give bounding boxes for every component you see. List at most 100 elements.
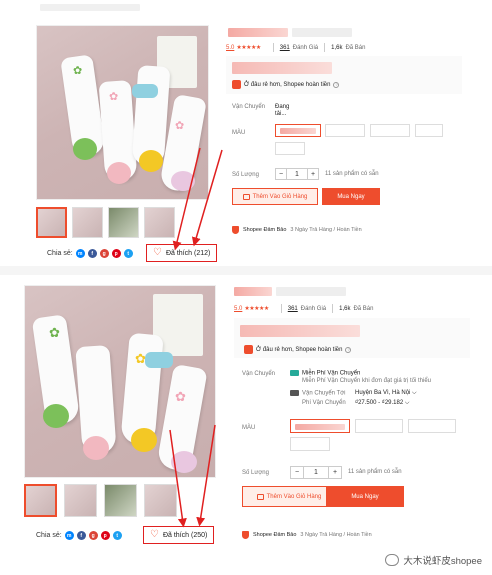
guarantee-label: Shopee Đảm Bảo [253,532,297,538]
variant-option-3[interactable] [370,124,410,137]
thumbnail-3[interactable] [108,207,139,238]
twitter-icon[interactable]: t [112,531,122,540]
quantity-plus-button[interactable]: + [307,168,319,180]
add-to-cart-button[interactable]: Thêm Vào Giỏ Hàng [232,188,318,205]
shopee-guarantee[interactable]: Shopee Đảm Bảo 3 Ngày Trả Hàng / Hoàn Ti… [232,226,362,234]
variant-option-1[interactable] [275,124,321,137]
ship-to-row: Vận Chuyển Tới [290,390,346,397]
thumbnail-3[interactable] [104,484,137,517]
rating-score[interactable]: 5.0 [226,45,234,51]
pinterest-icon[interactable]: p [100,531,110,540]
chevron-down-icon: ⌵ [412,390,417,396]
rating-stars: ★★★★★ [236,45,261,51]
thumbnail-4[interactable] [144,484,177,517]
variant-option-2[interactable] [325,124,365,137]
pinterest-icon[interactable]: p [111,249,121,258]
shipping-label: Vận Chuyển [232,104,266,110]
ship-to-label: Vận Chuyển Tới [302,390,346,397]
rating-score[interactable]: 5.0 [234,306,242,312]
share-label: Chia sẻ: [36,532,62,539]
thumbnail-1[interactable] [36,207,67,238]
buy-now-button[interactable]: Mua Ngay [322,188,380,205]
quantity-label: Số Lượng [232,172,259,178]
variant-option-4[interactable] [415,124,443,137]
product-name-blurred [228,28,288,37]
stock-text: 11 sản phẩm có sẵn [325,171,379,177]
quantity-plus-button[interactable]: + [328,466,342,479]
like-count-label: Đã thích (212) [165,249,211,257]
like-button[interactable]: ♡ Đã thích (212) [146,244,218,262]
price-blurred [240,325,360,337]
guarantee-detail: 3 Ngày Trả Hàng / Hoàn Tiền [300,532,372,538]
thumbnail-2[interactable] [72,207,103,238]
variant-option-5[interactable] [275,142,305,155]
shipping-label: Vận Chuyển [242,371,276,377]
sold-label: Đã Bán [345,44,366,51]
like-count-label: Đã thích (250) [162,531,208,539]
quantity-minus-button[interactable]: − [275,168,287,180]
watermark-text: 大木说虾皮shopee [403,556,482,567]
variant-option-1[interactable] [290,419,350,433]
truck-icon [290,370,299,376]
sold-count: 1,6k [339,305,351,312]
shield-icon [232,226,239,234]
buy-now-label: Mua Ngay [351,493,379,500]
ship-fee-value: ₫27.500 - ₫29.182 [355,400,404,406]
quantity-input[interactable]: 1 [287,168,307,180]
google-plus-icon[interactable]: g [88,531,98,540]
product-name-blurred [234,287,272,296]
ship-to-select[interactable]: Huyện Ba Vì, Hà Nội ⌵ [355,390,417,397]
variant-option-3[interactable] [408,419,456,433]
stock-text: 11 sản phẩm có sẵn [348,469,402,475]
heart-icon: ♡ [150,529,159,540]
variant-label: MÀU [242,425,256,431]
google-plus-icon[interactable]: g [99,249,109,258]
chevron-down-icon: ⌵ [404,400,410,406]
quantity-input[interactable]: 1 [304,466,328,479]
ship-fee-select[interactable]: ₫27.500 - ₫29.182 ⌵ [355,400,409,407]
variant-option-4[interactable] [290,437,330,451]
watermark: 大木说虾皮shopee [385,553,482,567]
cheaper-text: Ở đâu rẻ hơn, Shopee hoàn tiền [244,81,331,88]
rating-row: 5.0 ★★★★★ 361 Đánh Giá 1,6k Đã Bán [226,43,365,52]
shipping-loading-1: Đang [275,104,290,110]
quantity-stepper: − 1 + [290,466,342,479]
free-ship-detail: Miễn Phí Vận Chuyển khi đơn đạt giá trị … [302,378,432,384]
thumbnail-2[interactable] [64,484,97,517]
info-icon[interactable]: ? [345,346,352,353]
wechat-icon [385,554,400,566]
free-ship-row: Miễn Phí Vận Chuyển [290,370,360,377]
messenger-icon[interactable]: m [75,249,85,258]
thumbnail-4[interactable] [144,207,175,238]
quantity-stepper: − 1 + [275,168,319,180]
thumbnail-1[interactable] [24,484,57,517]
sold-label: Đã Bán [353,305,374,312]
panel-divider [0,266,492,275]
buy-now-button[interactable]: Mua Ngay [326,486,404,507]
review-count[interactable]: 361 [288,306,298,312]
facebook-icon[interactable]: f [87,249,97,258]
review-label: Đánh Giá [300,305,327,312]
review-count[interactable]: 361 [280,45,290,51]
cheaper-guarantee[interactable]: Ở đâu rẻ hơn, Shopee hoàn tiền ? [244,345,352,354]
sold-count: 1,6k [331,44,343,51]
add-to-cart-button[interactable]: Thêm Vào Giỏ Hàng [242,486,336,507]
cart-icon [242,193,250,200]
shopee-guarantee[interactable]: Shopee Đảm Bảo 3 Ngày Trả Hàng / Hoàn Ti… [242,531,372,539]
product-title-blurred [40,4,140,11]
cheaper-guarantee[interactable]: Ở đâu rẻ hơn, Shopee hoàn tiền ? [232,80,340,89]
product-main-image[interactable]: ✿ ✿ ✿ [24,285,216,478]
add-to-cart-label: Thêm Vào Giỏ Hàng [266,493,322,500]
variant-option-2[interactable] [355,419,403,433]
rating-stars: ★★★★★ [244,306,269,312]
guarantee-label: Shopee Đảm Bảo [243,227,287,233]
shipping-loading-2: tải... [275,111,287,117]
quantity-minus-button[interactable]: − [290,466,304,479]
product-main-image[interactable]: ✿ ✿ ✿ ✿ [36,25,209,200]
info-icon[interactable]: ? [333,81,340,88]
facebook-icon[interactable]: f [76,531,86,540]
messenger-icon[interactable]: m [64,531,74,540]
like-button[interactable]: ♡ Đã thích (250) [143,526,215,544]
cart-icon [256,493,264,500]
twitter-icon[interactable]: t [123,249,133,258]
